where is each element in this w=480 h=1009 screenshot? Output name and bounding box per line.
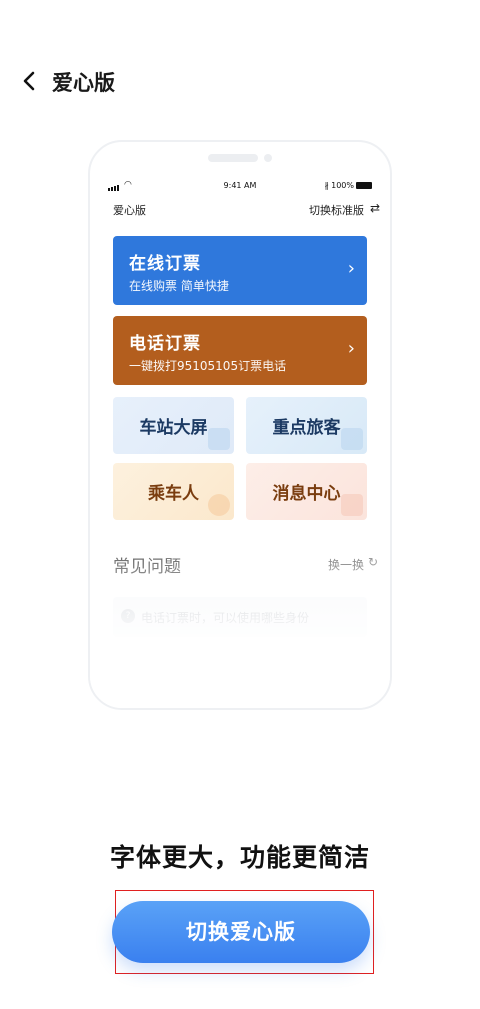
refresh-icon: ↻ bbox=[367, 555, 378, 569]
chevron-right-icon: › bbox=[347, 258, 355, 279]
battery-indicator: ∦ 100% bbox=[325, 181, 372, 190]
monitor-icon bbox=[208, 428, 230, 450]
page-title: 爱心版 bbox=[52, 71, 115, 95]
tile-passenger[interactable]: 乘车人 bbox=[113, 463, 234, 520]
phone-booking-card[interactable]: 电话订票 一键拨打95105105订票电话 › bbox=[113, 316, 367, 385]
faq-refresh-button[interactable]: 换一换 bbox=[328, 556, 364, 573]
card-subtitle: 一键拨打95105105订票电话 bbox=[129, 359, 287, 373]
status-bar: ◠ 9:41 AM ∦ 100% bbox=[90, 180, 390, 194]
top-bar: 爱心版 bbox=[0, 56, 480, 106]
preview-header: 爱心版 切换标准版 ⇄ bbox=[90, 200, 390, 220]
yen-icon bbox=[341, 428, 363, 450]
battery-level: 100% bbox=[331, 181, 354, 190]
switch-love-version-button[interactable]: 切换爱心版 bbox=[112, 901, 370, 963]
faq-item-text: 电话订票时，可以使用哪些身份 bbox=[141, 611, 310, 625]
switch-arrows-icon: ⇄ bbox=[369, 201, 380, 215]
tile-key-passenger[interactable]: 重点旅客 bbox=[246, 397, 367, 454]
card-subtitle: 在线购票 简单快捷 bbox=[129, 279, 229, 293]
chevron-right-icon: › bbox=[347, 338, 355, 359]
message-icon bbox=[341, 494, 363, 516]
bluetooth-icon: ∦ bbox=[324, 181, 329, 190]
faq-title: 常见问题 bbox=[113, 557, 181, 577]
person-icon bbox=[208, 494, 230, 516]
question-icon: ? bbox=[121, 609, 135, 623]
tile-station-screen[interactable]: 车站大屏 bbox=[113, 397, 234, 454]
faq-item[interactable]: ? 电话订票时，可以使用哪些身份 bbox=[113, 597, 367, 637]
preview-title: 爱心版 bbox=[113, 204, 146, 217]
slogan: 字体更大，功能更简洁 bbox=[109, 843, 370, 872]
battery-icon bbox=[356, 182, 372, 189]
phone-preview: ◠ 9:41 AM ∦ 100% 爱心版 切换标准版 ⇄ 在线订票 在线购票 简… bbox=[88, 140, 392, 710]
phone-speaker bbox=[208, 154, 258, 162]
card-title: 在线订票 bbox=[129, 254, 201, 274]
phone-camera bbox=[264, 154, 272, 162]
online-booking-card[interactable]: 在线订票 在线购票 简单快捷 › bbox=[113, 236, 367, 305]
back-icon[interactable] bbox=[14, 64, 44, 98]
tile-message-center[interactable]: 消息中心 bbox=[246, 463, 367, 520]
card-title: 电话订票 bbox=[129, 334, 201, 354]
switch-standard-button[interactable]: 切换标准版 bbox=[309, 202, 364, 218]
